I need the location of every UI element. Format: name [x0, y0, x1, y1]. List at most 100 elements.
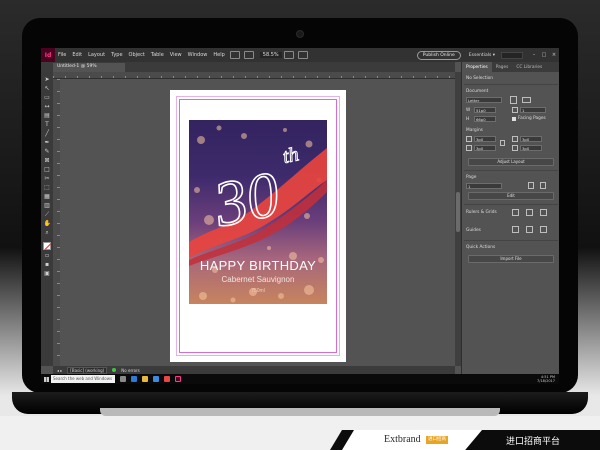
baseline-grid-icon[interactable] — [526, 209, 533, 216]
apply-color-icon[interactable]: ▪ — [44, 261, 51, 268]
edit-page-button[interactable]: Edit — [468, 192, 554, 200]
headline-text[interactable]: HAPPY BIRTHDAY — [189, 258, 327, 273]
pasteboard[interactable]: 30 th HAPPY BIRTHDAY Cabernet Sauvignon … — [60, 79, 455, 366]
screen-mode-icon[interactable] — [283, 51, 294, 59]
menu-layout[interactable]: Layout — [85, 52, 108, 58]
task-view-icon[interactable] — [120, 376, 126, 382]
document-heading: Document — [466, 89, 489, 94]
note-tool-icon[interactable]: ▥ — [44, 202, 51, 209]
eyedropper-tool-icon[interactable]: ⟋ — [44, 211, 51, 218]
document-tab[interactable]: Untitled-1 @ 59% — [53, 63, 125, 72]
width-label: W — [466, 108, 471, 113]
tab-cc-libraries[interactable]: CC Libraries — [512, 65, 546, 70]
free-transform-tool-icon[interactable]: ⬚ — [44, 184, 51, 191]
system-clock[interactable]: 4:51 PM 7/18/2017 — [537, 375, 555, 383]
margin-left-input[interactable]: 3p0 — [520, 136, 542, 142]
close-icon[interactable]: × — [549, 52, 559, 58]
panel-tabs: Properties Pages CC Libraries — [462, 62, 559, 72]
pages-count-input[interactable]: 1 — [520, 107, 546, 113]
guides-toggle-icon[interactable] — [512, 226, 519, 233]
gap-tool-icon[interactable]: ↔ — [44, 103, 51, 110]
delete-page-icon[interactable] — [540, 182, 546, 189]
volume-text[interactable]: 750ml — [189, 288, 327, 294]
formatting-affects-container-icon[interactable]: ▫ — [44, 252, 51, 259]
type-tool-icon[interactable]: T — [44, 121, 51, 128]
line-tool-icon[interactable]: ╱ — [44, 130, 51, 137]
tab-pages[interactable]: Pages — [492, 65, 513, 70]
gradient-tool-icon[interactable]: ▦ — [44, 193, 51, 200]
width-input[interactable]: 51p0 — [474, 107, 496, 113]
page-tool-icon[interactable]: ▭ — [44, 94, 51, 101]
publish-online-button[interactable]: Publish Online — [416, 50, 461, 60]
facing-pages-checkbox[interactable] — [512, 117, 516, 121]
stock-search-input[interactable] — [501, 51, 523, 59]
page-select[interactable]: 1 — [466, 183, 502, 189]
menu-file[interactable]: File — [55, 52, 69, 58]
arrange-documents-icon[interactable] — [297, 51, 308, 59]
preflight-errors[interactable]: No errors — [121, 368, 139, 373]
preflight-profile[interactable]: [Basic] (working) — [67, 366, 108, 374]
menu-window[interactable]: Window — [185, 52, 211, 58]
document-grid-icon[interactable] — [540, 209, 547, 216]
tools-panel: ➤ ↖ ▭ ↔ ▤ T ╱ ✒ ✎ ⊠ □ ✂ ⬚ ▦ ▥ ⟋ ✋ ⌕ ▫ ▪ … — [41, 72, 53, 366]
watermark-text: 进口招商平台 — [506, 437, 561, 447]
margin-bottom-input[interactable]: 3p0 — [474, 145, 496, 151]
store-icon[interactable] — [153, 376, 159, 382]
margin-top-input[interactable]: 3p0 — [474, 136, 496, 142]
wine-label-artwork[interactable]: 30 th HAPPY BIRTHDAY Cabernet Sauvignon … — [189, 120, 327, 304]
page-navigation-icon[interactable]: ◂ ▸ — [57, 368, 62, 373]
pen-tool-icon[interactable]: ✒ — [44, 139, 51, 146]
zoom-tool-icon[interactable]: ⌕ — [44, 229, 51, 236]
menu-view[interactable]: View — [167, 52, 185, 58]
view-options-icon[interactable] — [243, 51, 254, 59]
adjust-layout-button[interactable]: Adjust Layout — [468, 158, 554, 166]
rulers-grids-heading: Rulers & Grids — [466, 210, 497, 215]
indesign-taskbar-icon[interactable] — [175, 376, 181, 382]
link-margins-icon[interactable] — [500, 140, 505, 146]
import-file-button[interactable]: Import File — [468, 255, 554, 263]
menu-table[interactable]: Table — [148, 52, 167, 58]
hand-tool-icon[interactable]: ✋ — [44, 220, 51, 227]
minimize-icon[interactable]: – — [529, 52, 539, 58]
chrome-icon[interactable] — [164, 376, 170, 382]
height-input[interactable]: 66p0 — [474, 116, 496, 122]
zoom-level[interactable]: 58.5% — [259, 52, 282, 58]
edge-browser-icon[interactable] — [131, 376, 137, 382]
smart-guides-icon[interactable] — [540, 226, 547, 233]
document-page[interactable]: 30 th HAPPY BIRTHDAY Cabernet Sauvignon … — [170, 90, 346, 362]
scrollbar-thumb[interactable] — [456, 192, 460, 232]
menu-help[interactable]: Help — [210, 52, 227, 58]
content-collector-icon[interactable]: ▤ — [44, 112, 51, 119]
pencil-tool-icon[interactable]: ✎ — [44, 148, 51, 155]
rectangle-tool-icon[interactable]: □ — [44, 166, 51, 173]
clock-date: 7/18/2017 — [537, 379, 555, 383]
workspace-switcher[interactable]: Essentials ▾ — [469, 53, 495, 58]
menu-edit[interactable]: Edit — [69, 52, 85, 58]
direct-selection-tool-icon[interactable]: ↖ — [44, 85, 51, 92]
rectangle-frame-tool-icon[interactable]: ⊠ — [44, 157, 51, 164]
fill-stroke-swatch[interactable] — [43, 242, 51, 250]
start-button[interactable] — [41, 374, 51, 384]
vertical-ruler[interactable] — [53, 79, 60, 366]
new-page-icon[interactable] — [528, 182, 534, 189]
portrait-orientation-icon[interactable] — [510, 96, 517, 104]
menu-object[interactable]: Object — [126, 52, 148, 58]
landscape-orientation-icon[interactable] — [522, 97, 531, 103]
preflight-status-icon — [112, 368, 117, 372]
selection-tool-icon[interactable]: ➤ — [44, 76, 51, 83]
view-mode-icon[interactable]: ▣ — [44, 270, 51, 277]
menu-type[interactable]: Type — [108, 52, 125, 58]
wine-variety-text[interactable]: Cabernet Sauvignon — [189, 275, 327, 284]
anniversary-number: 30 — [207, 158, 285, 241]
rulers-toggle-icon[interactable] — [512, 209, 519, 216]
taskbar-search-input[interactable]: Search the web and Windows — [51, 375, 115, 383]
horizontal-ruler[interactable] — [53, 72, 455, 79]
scissors-tool-icon[interactable]: ✂ — [44, 175, 51, 182]
tab-properties[interactable]: Properties — [462, 62, 492, 72]
maximize-icon[interactable]: □ — [539, 52, 549, 58]
bridge-icon[interactable] — [229, 51, 240, 59]
preset-select[interactable]: Letter — [466, 97, 502, 103]
lock-guides-icon[interactable] — [526, 226, 533, 233]
margin-right-input[interactable]: 3p0 — [520, 145, 542, 151]
file-explorer-icon[interactable] — [142, 376, 148, 382]
